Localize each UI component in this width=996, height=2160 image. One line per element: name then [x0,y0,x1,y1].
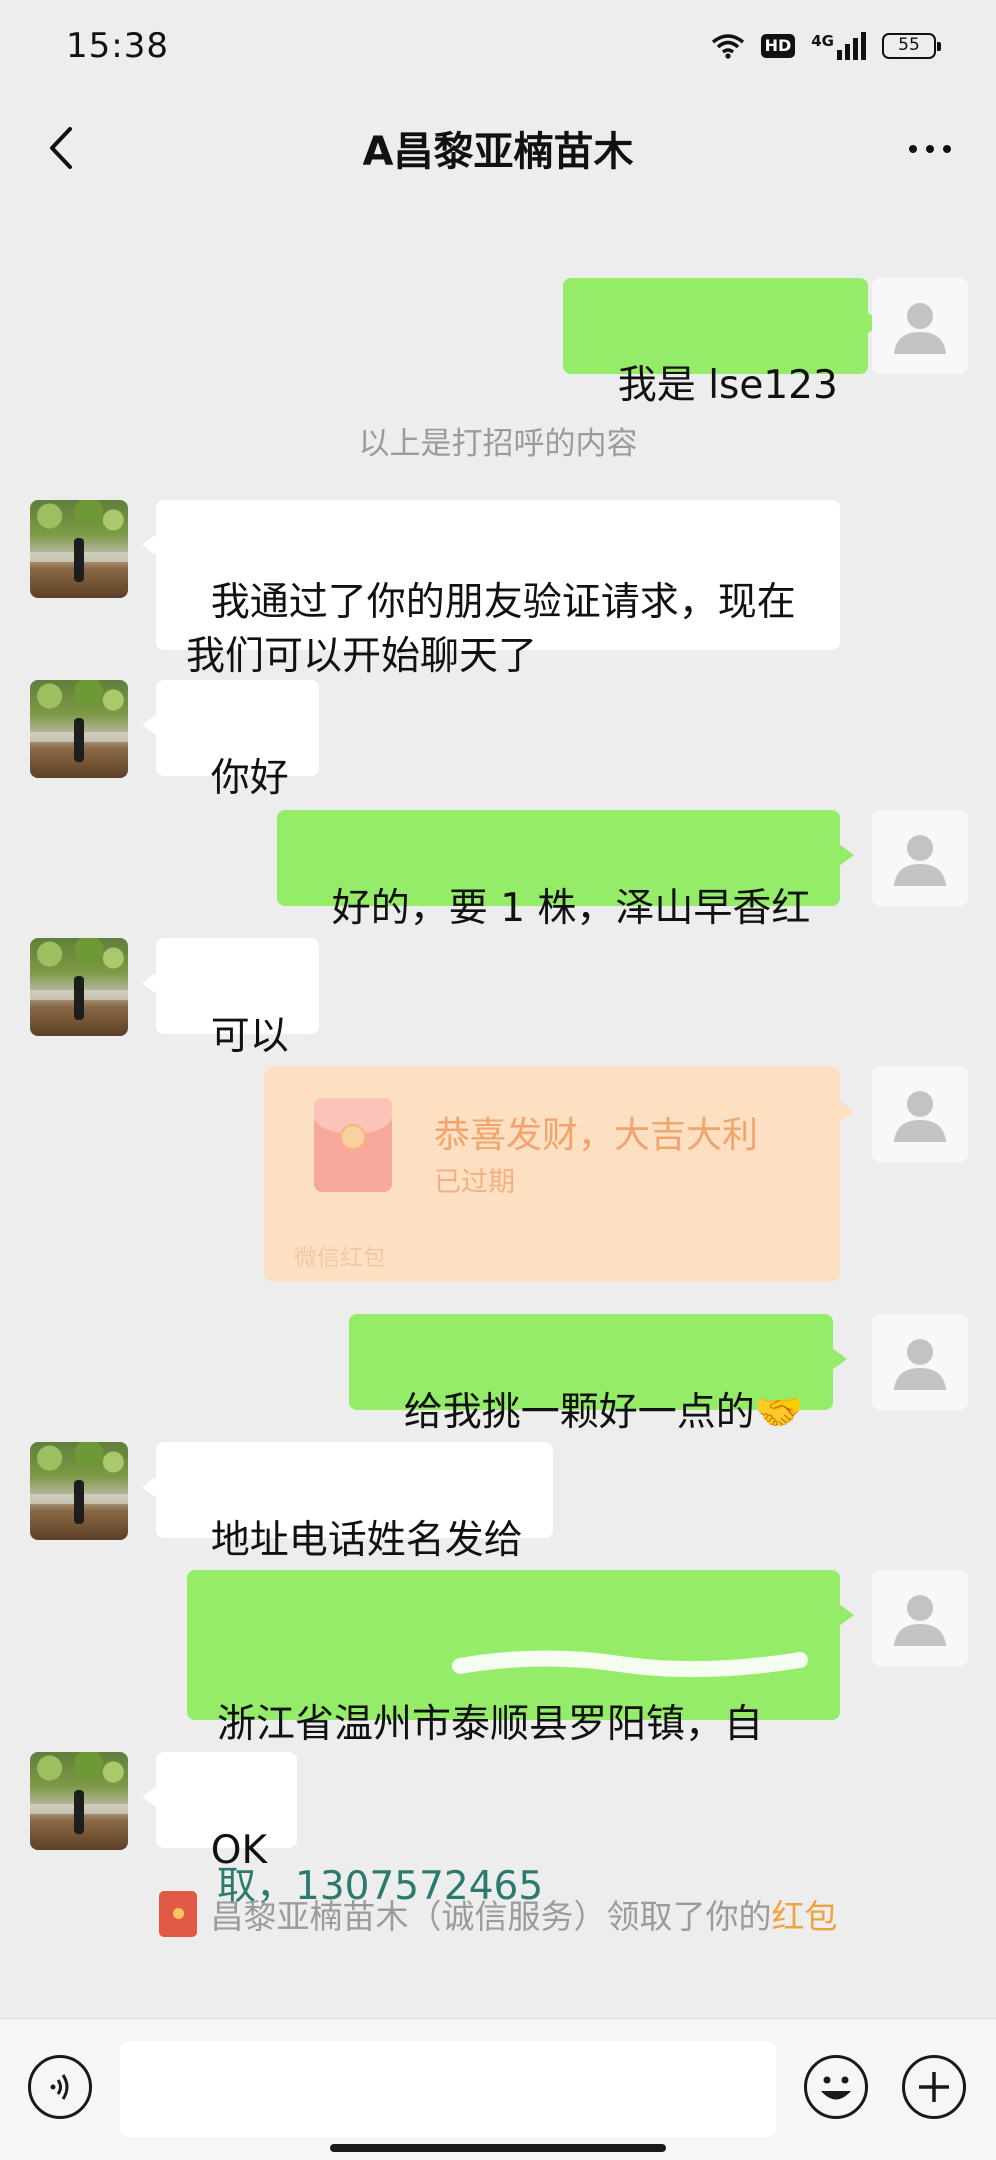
message-text: 可以 [210,1014,289,1059]
status-time: 15:38 [66,26,169,66]
message-text: 我是 lse123 [617,363,838,408]
message-input[interactable] [120,2041,776,2137]
peer-message[interactable]: 你好 [142,680,319,801]
my-avatar[interactable] [872,1314,968,1410]
back-arrow-icon[interactable] [36,122,86,174]
status-bar: 15:38 HD 4G 55 [0,0,996,92]
red-packet-title: 恭喜发财，大吉大利 [434,1115,759,1156]
peer-avatar[interactable] [30,680,128,778]
peer-avatar[interactable] [30,500,128,598]
red-packet-icon [314,1098,392,1192]
my-message[interactable]: 给我挑一颗好一点的🤝 [349,1314,848,1435]
my-avatar[interactable] [872,1570,968,1666]
default-avatar-icon [894,303,946,354]
my-avatar[interactable] [872,1066,968,1162]
battery-icon: 55 [882,33,941,59]
greeting-divider-note: 以上是打招呼的内容 [358,426,638,462]
default-avatar-icon [894,1091,946,1142]
peer-avatar[interactable] [30,1752,128,1850]
wifi-icon [711,34,744,59]
my-message[interactable]: 好的，要 1 株，泽山早香红 [277,810,855,931]
voice-icon[interactable] [28,2055,92,2119]
chat-title: A昌黎亚楠苗木 [362,129,634,175]
my-avatar[interactable] [872,278,968,374]
message-text: 你好 [210,756,289,801]
message-text: 我通过了你的朋友验证请求，现在我们可以开始聊天了 [186,580,796,679]
red-packet-footer: 微信红包 [294,1245,386,1271]
default-avatar-icon [894,835,946,886]
peer-message[interactable]: 我通过了你的朋友验证请求，现在我们可以开始聊天了 [142,500,840,679]
network-label: 4G [811,32,834,50]
message-text-line1: 浙江省温州市泰顺县罗阳镇，自 [217,1702,764,1747]
red-packet-received-note: 昌黎亚楠苗木（诚信服务）领取了你的红包 [0,1890,996,1938]
red-packet-link[interactable]: 红包 [772,1897,838,1936]
peer-message[interactable]: 可以 [142,938,319,1059]
plus-icon[interactable] [902,2055,966,2119]
my-avatar[interactable] [872,810,968,906]
default-avatar-icon [894,1339,946,1390]
message-text: 好的，要 1 株，泽山早香红 [331,886,811,931]
received-note-text: 昌黎亚楠苗木（诚信服务）领取了你的 [210,1897,772,1936]
peer-message[interactable]: OK [141,1752,298,1873]
my-message[interactable]: 我是 lse123 [563,278,882,408]
more-icon[interactable] [900,124,960,174]
input-bar [0,2018,996,2160]
status-icons: HD 4G 55 [711,32,941,60]
peer-avatar[interactable] [30,1442,128,1540]
chat-header: A昌黎亚楠苗木 [0,92,996,204]
redaction-scribble [420,1622,840,1678]
home-indicator[interactable] [330,2144,666,2152]
default-avatar-icon [894,1595,946,1646]
hd-icon: HD [760,34,796,58]
message-text: 地址电话姓名发给 [210,1518,523,1563]
peer-avatar[interactable] [30,938,128,1036]
red-packet-mini-icon [158,1891,197,1937]
red-packet-card[interactable]: 恭喜发财，大吉大利 已过期 微信红包 [264,1066,854,1282]
red-packet-status: 已过期 [434,1167,515,1198]
message-text: 给我挑一颗好一点的🤝 [403,1390,804,1435]
message-text: OK [210,1828,268,1873]
signal-icon: 4G [811,32,866,60]
emoji-icon[interactable] [804,2055,868,2119]
peer-message[interactable]: 地址电话姓名发给 [142,1442,553,1563]
